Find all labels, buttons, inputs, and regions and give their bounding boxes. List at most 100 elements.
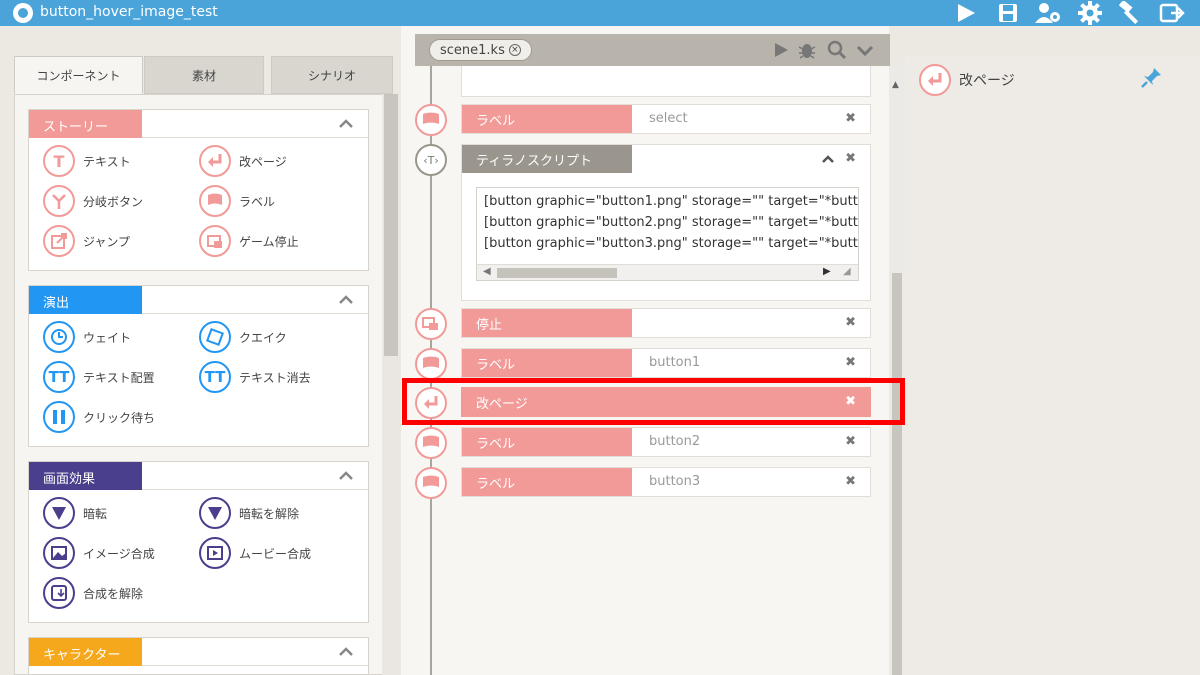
return-icon bbox=[919, 64, 951, 96]
component-movie-composite[interactable]: ムービー合成 bbox=[199, 536, 311, 570]
component-quake[interactable]: クエイク bbox=[199, 320, 287, 354]
chevron-up-icon[interactable] bbox=[338, 644, 354, 660]
close-icon[interactable]: ✖ bbox=[845, 111, 856, 126]
timeline-row[interactable]: 停止 ✖ bbox=[461, 308, 871, 338]
group-title: 演出 bbox=[29, 286, 142, 314]
timeline-row[interactable]: ラベル button2 ✖ bbox=[461, 427, 871, 457]
properties-panel: 改ページ bbox=[905, 56, 1200, 675]
chevron-up-icon[interactable] bbox=[822, 154, 834, 164]
title-bar: button_hover_image_test bbox=[0, 0, 1200, 26]
group-story-header[interactable]: ストーリー bbox=[29, 110, 368, 138]
group-screen-effects: 画面効果 暗転 暗転を解除 イメージ合成 ムービー合成 合成を解除 bbox=[28, 461, 369, 623]
close-icon[interactable]: ✖ bbox=[845, 474, 856, 489]
play-icon[interactable] bbox=[771, 40, 791, 60]
export-icon[interactable] bbox=[1158, 0, 1186, 26]
close-icon[interactable]: × bbox=[508, 44, 521, 56]
center-scrollbar[interactable]: ▲ bbox=[889, 66, 905, 675]
fade-icon bbox=[199, 497, 231, 529]
gear-icon[interactable] bbox=[1076, 0, 1104, 26]
arrow-left-icon[interactable]: ◀ bbox=[483, 266, 491, 277]
flag-icon bbox=[415, 427, 447, 459]
hammer-icon[interactable] bbox=[1116, 0, 1144, 26]
group-effects: 演出 ウェイト クエイク TT テキスト配置 TT テキスト消去 クリック待ち bbox=[28, 285, 369, 447]
group-title: 画面効果 bbox=[29, 462, 142, 490]
component-click-wait[interactable]: クリック待ち bbox=[43, 400, 155, 434]
timeline-row[interactable]: ラベル select ✖ bbox=[461, 104, 871, 134]
close-icon[interactable]: ✖ bbox=[845, 151, 856, 166]
film-icon bbox=[199, 537, 231, 569]
save-icon[interactable] bbox=[994, 0, 1022, 26]
script-block[interactable]: ティラノスクリプト ✖ [button graphic="button1.png… bbox=[461, 144, 871, 301]
component-text[interactable]: T テキスト bbox=[43, 144, 131, 178]
quake-icon bbox=[199, 321, 231, 353]
return-icon bbox=[199, 145, 231, 177]
code-hscrollbar[interactable]: ◀ ▶ ◢ bbox=[477, 264, 858, 280]
close-icon[interactable]: ✖ bbox=[845, 315, 856, 330]
stop-icon bbox=[199, 225, 231, 257]
component-page-break[interactable]: 改ページ bbox=[199, 144, 287, 178]
jump-icon bbox=[43, 225, 75, 257]
component-image-composite[interactable]: イメージ合成 bbox=[43, 536, 155, 570]
play-icon[interactable] bbox=[952, 0, 980, 26]
arrow-right-icon[interactable]: ▶ bbox=[823, 266, 831, 277]
group-screen-effects-header[interactable]: 画面効果 bbox=[29, 462, 368, 490]
composite-release-icon bbox=[43, 577, 75, 609]
group-title: ストーリー bbox=[29, 110, 142, 138]
center-scroll-thumb[interactable] bbox=[892, 273, 902, 675]
highlight-box bbox=[402, 378, 905, 425]
text-clear-icon: TT bbox=[199, 361, 231, 393]
flag-icon bbox=[415, 467, 447, 499]
group-character: キャラクター bbox=[28, 637, 369, 674]
component-text-position[interactable]: TT テキスト配置 bbox=[43, 360, 155, 394]
component-label[interactable]: ラベル bbox=[199, 184, 275, 218]
script-icon: ‹T› bbox=[415, 144, 447, 176]
scene-toolbar: scene1.ks × bbox=[415, 34, 890, 66]
tab-scenario[interactable]: シナリオ bbox=[271, 56, 393, 94]
component-wait[interactable]: ウェイト bbox=[43, 320, 131, 354]
scene-tab[interactable]: scene1.ks × bbox=[429, 39, 532, 61]
chevron-up-icon[interactable] bbox=[338, 292, 354, 308]
image-icon bbox=[43, 537, 75, 569]
close-icon[interactable]: ✖ bbox=[845, 355, 856, 370]
script-code-editor[interactable]: [button graphic="button1.png" storage=""… bbox=[476, 187, 859, 281]
left-scrollbar[interactable] bbox=[382, 94, 400, 675]
group-story: ストーリー T テキスト 改ページ 分岐ボタン ラベル ジャンプ ゲーム停止 bbox=[28, 109, 369, 271]
arrow-up-icon[interactable]: ▲ bbox=[892, 80, 899, 90]
timeline-row[interactable]: ラベル button1 ✖ bbox=[461, 348, 871, 378]
settings-user-icon[interactable] bbox=[1034, 0, 1062, 26]
stop-icon bbox=[415, 308, 447, 340]
chevron-up-icon[interactable] bbox=[338, 468, 354, 484]
group-title: キャラクター bbox=[29, 638, 142, 666]
component-fade-in[interactable]: 暗転を解除 bbox=[199, 496, 299, 530]
group-effects-header[interactable]: 演出 bbox=[29, 286, 368, 314]
flag-icon bbox=[415, 348, 447, 380]
properties-title: 改ページ bbox=[959, 73, 1015, 89]
component-panel: ストーリー T テキスト 改ページ 分岐ボタン ラベル ジャンプ ゲーム停止 演… bbox=[14, 94, 400, 675]
tab-components[interactable]: コンポーネント bbox=[14, 56, 143, 94]
component-composite-release[interactable]: 合成を解除 bbox=[43, 576, 143, 610]
text-position-icon: TT bbox=[43, 361, 75, 393]
chevron-down-icon[interactable] bbox=[855, 40, 875, 60]
branch-icon bbox=[43, 185, 75, 217]
close-icon[interactable]: ✖ bbox=[845, 434, 856, 449]
component-fade-out[interactable]: 暗転 bbox=[43, 496, 107, 530]
flag-icon bbox=[415, 104, 447, 136]
app-title: button_hover_image_test bbox=[40, 4, 218, 20]
component-stop-game[interactable]: ゲーム停止 bbox=[199, 224, 299, 258]
component-jump[interactable]: ジャンプ bbox=[43, 224, 130, 258]
component-text-clear[interactable]: TT テキスト消去 bbox=[199, 360, 311, 394]
search-icon[interactable] bbox=[827, 40, 847, 60]
group-character-header[interactable]: キャラクター bbox=[29, 638, 368, 666]
pause-icon bbox=[43, 401, 75, 433]
left-scroll-thumb[interactable] bbox=[384, 94, 398, 356]
flag-icon bbox=[199, 185, 231, 217]
bug-icon[interactable] bbox=[797, 40, 817, 60]
tab-assets[interactable]: 素材 bbox=[144, 56, 264, 94]
code-hscroll-thumb[interactable] bbox=[497, 268, 617, 278]
text-icon: T bbox=[43, 145, 75, 177]
timeline-row[interactable]: ラベル button3 ✖ bbox=[461, 467, 871, 497]
chevron-up-icon[interactable] bbox=[338, 116, 354, 132]
component-branch-button[interactable]: 分岐ボタン bbox=[43, 184, 143, 218]
resize-handle-icon[interactable]: ◢ bbox=[843, 266, 851, 277]
pin-icon[interactable] bbox=[1141, 66, 1163, 88]
